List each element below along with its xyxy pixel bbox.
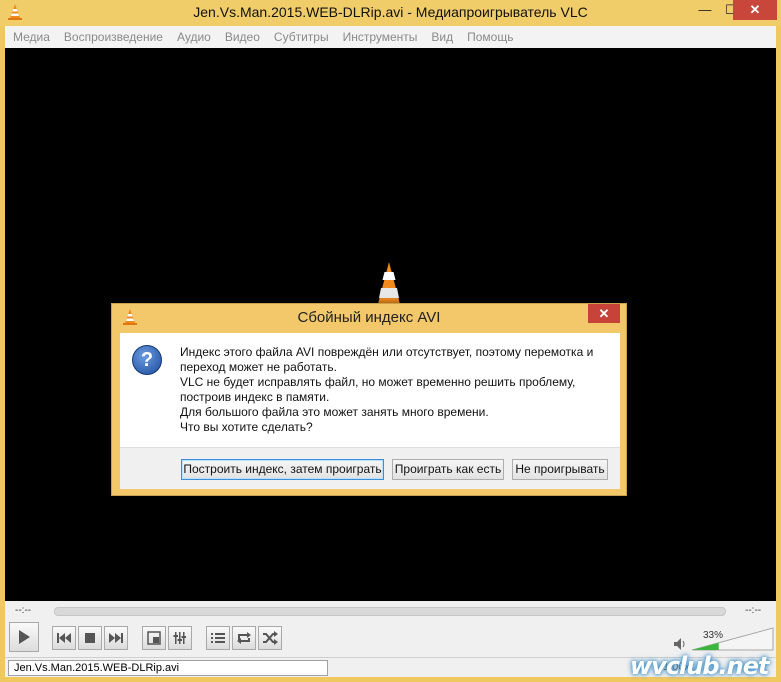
dialog-button-bar: Построить индекс, затем проиграть Проигр… xyxy=(120,447,620,489)
status-filename: Jen.Vs.Man.2015.WEB-DLRip.avi xyxy=(8,660,328,676)
watermark-logo: wvclub.net xyxy=(630,652,769,680)
message-line: Индекс этого файла AVI повреждён или отс… xyxy=(180,345,594,359)
dont-play-button[interactable]: Не проигрывать xyxy=(512,459,608,480)
dialog-message: Индекс этого файла AVI повреждён или отс… xyxy=(180,345,610,435)
menu-media[interactable]: Медиа xyxy=(5,30,56,44)
dialog-close-button[interactable]: ✕ xyxy=(588,304,620,323)
time-total: --:-- xyxy=(745,605,762,616)
dialog-title: Сбойный индекс AVI xyxy=(297,309,441,326)
broken-index-dialog: Сбойный индекс AVI ✕ ? Индекс этого файл… xyxy=(111,303,627,496)
stop-button[interactable] xyxy=(78,626,102,650)
window-title: Jen.Vs.Man.2015.WEB-DLRip.avi - Медиапро… xyxy=(193,4,588,20)
menu-tools[interactable]: Инструменты xyxy=(335,30,424,44)
build-index-button[interactable]: Построить индекс, затем проиграть xyxy=(181,459,384,480)
minimize-button[interactable]: — xyxy=(692,0,718,20)
previous-icon xyxy=(57,633,71,643)
loop-icon xyxy=(237,632,251,644)
message-line: Что вы хотите сделать? xyxy=(180,420,313,434)
title-bar: Jen.Vs.Man.2015.WEB-DLRip.avi - Медиапро… xyxy=(0,0,781,26)
previous-button[interactable] xyxy=(52,626,76,650)
message-line: VLC не будет исправлять файл, но может в… xyxy=(180,375,576,389)
vlc-cone-logo xyxy=(378,262,400,304)
volume-slider[interactable] xyxy=(692,627,774,651)
play-as-is-button[interactable]: Проиграть как есть xyxy=(392,459,504,480)
extended-settings-icon xyxy=(173,632,186,644)
menu-video[interactable]: Видео xyxy=(217,30,266,44)
playlist-icon xyxy=(211,633,225,643)
stop-icon xyxy=(85,633,95,643)
close-button[interactable]: ✕ xyxy=(733,0,777,20)
menu-audio[interactable]: Аудио xyxy=(169,30,217,44)
playback-controls: --:-- --:-- 33% xyxy=(5,601,776,657)
shuffle-icon xyxy=(263,631,278,645)
fullscreen-icon xyxy=(147,631,161,645)
seek-slider[interactable] xyxy=(54,607,726,616)
playlist-button[interactable] xyxy=(206,626,230,650)
next-icon xyxy=(109,633,123,643)
dialog-body: ? Индекс этого файла AVI повреждён или о… xyxy=(120,333,620,447)
message-line: переход может не работать. xyxy=(180,360,337,374)
play-icon xyxy=(19,630,30,644)
extended-settings-button[interactable] xyxy=(168,626,192,650)
message-line: Для большого файла это может занять мног… xyxy=(180,405,489,419)
menu-view[interactable]: Вид xyxy=(423,30,459,44)
play-button[interactable] xyxy=(9,622,39,652)
menu-bar: Медиа Воспроизведение Аудио Видео Субтит… xyxy=(5,26,776,48)
time-elapsed: --:-- xyxy=(15,605,32,616)
loop-button[interactable] xyxy=(232,626,256,650)
menu-help[interactable]: Помощь xyxy=(459,30,519,44)
fullscreen-button[interactable] xyxy=(142,626,166,650)
message-line: построив индекс в памяти. xyxy=(180,390,330,404)
question-icon: ? xyxy=(132,345,162,375)
menu-playback[interactable]: Воспроизведение xyxy=(56,30,169,44)
shuffle-button[interactable] xyxy=(258,626,282,650)
menu-subtitles[interactable]: Субтитры xyxy=(266,30,335,44)
next-button[interactable] xyxy=(104,626,128,650)
speaker-icon[interactable] xyxy=(673,637,687,651)
